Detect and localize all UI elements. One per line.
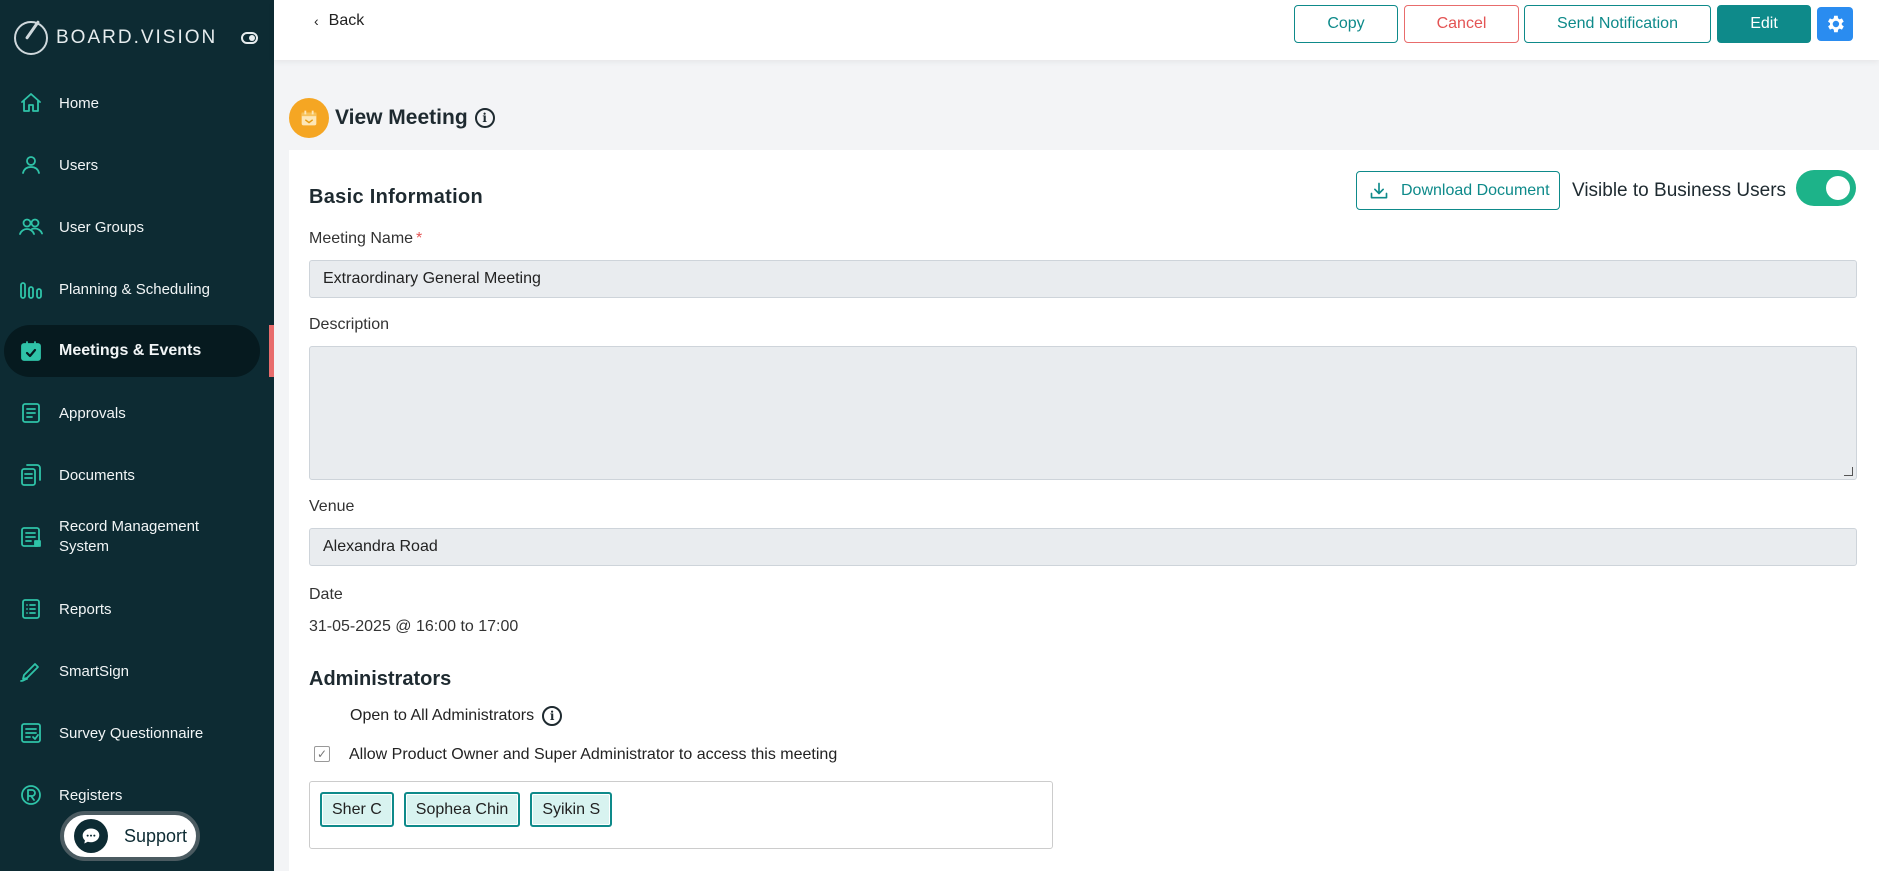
administrators-title: Administrators [309,668,452,690]
date-value: 31-05-2025 @ 16:00 to 17:00 [309,618,519,635]
send-notification-button[interactable]: Send Notification [1524,5,1711,43]
sidebar: BOARD.VISION Home Users User Groups Plan… [0,0,274,871]
sidebar-item-user-groups[interactable]: User Groups [4,201,260,253]
info-icon[interactable]: i [474,108,495,128]
date-label: Date [309,586,343,603]
sidebar-collapse-toggle-icon[interactable] [241,32,258,44]
meeting-name-label-text: Meeting Name [309,230,414,247]
description-field[interactable] [309,346,1857,480]
calendar-check-icon [18,338,44,364]
active-indicator [269,325,274,377]
settings-button[interactable] [1817,7,1853,41]
survey-icon [18,720,44,746]
page-heading: View Meeting i [289,98,495,138]
download-document-button[interactable]: Download Document [1356,171,1560,210]
calendar-icon [289,98,329,138]
sidebar-item-label: Meetings & Events [59,342,202,359]
sidebar-item-records[interactable]: Record Management System [4,511,260,563]
sidebar-item-planning[interactable]: Planning & Scheduling [4,263,260,315]
allow-access-option: Allow Product Owner and Super Administra… [349,746,837,764]
sidebar-item-label: Approvals [59,404,126,422]
logo-text: BOARD.VISION [56,27,218,48]
administrator-chip[interactable]: Sophea Chin [403,792,521,827]
visible-toggle[interactable] [1796,170,1856,206]
sidebar-item-survey[interactable]: Survey Questionnaire [4,707,260,759]
record-icon [18,524,44,550]
download-icon [1369,181,1389,201]
document-list-icon [18,400,44,426]
description-label: Description [309,316,390,333]
sidebar-item-label: Registers [59,786,123,804]
report-icon [18,596,44,622]
visible-label: Visible to Business Users [1572,180,1787,201]
support-label: Support [124,825,188,846]
sidebar-item-home[interactable]: Home [4,77,260,129]
registered-icon [18,782,44,808]
bars-icon [18,276,44,302]
meeting-name-field[interactable]: Extraordinary General Meeting [309,260,1857,298]
back-label: Back [328,12,365,29]
sidebar-item-reports[interactable]: Reports [4,583,260,635]
venue-field[interactable]: Alexandra Road [309,528,1857,566]
users-icon [18,214,44,240]
logo: BOARD.VISION [14,20,217,56]
section-title: Basic Information [309,186,484,208]
home-icon [18,90,44,116]
open-to-all-label: Open to All Administrators [350,707,535,724]
sidebar-item-meetings[interactable]: Meetings & Events [4,325,260,377]
user-icon [18,152,44,178]
sidebar-item-label: User Groups [59,218,145,236]
sidebar-item-documents[interactable]: Documents [4,449,260,501]
edit-button[interactable]: Edit [1717,5,1811,43]
sidebar-item-label: Users [59,156,99,174]
venue-label: Venue [309,498,355,515]
administrators-field[interactable]: Sher C Sophea Chin Syikin S [309,781,1053,849]
sidebar-item-label: Reports [59,600,112,618]
sidebar-item-approvals[interactable]: Approvals [4,387,260,439]
administrator-chip[interactable]: Sher C [320,792,394,827]
documents-icon [18,462,44,488]
sidebar-item-users[interactable]: Users [4,139,260,191]
back-link[interactable]: ‹ Back [314,12,364,30]
pen-icon [18,658,44,684]
chevron-left-icon: ‹ [314,13,319,29]
info-icon[interactable]: i [542,706,563,726]
page-title: View Meeting [335,106,468,129]
open-to-all-option[interactable]: Open to All Administrators i [350,706,563,726]
cancel-button[interactable]: Cancel [1404,5,1519,43]
chat-icon [74,819,108,853]
sidebar-item-label: Survey Questionnaire [59,724,204,742]
sidebar-item-label: Documents [59,466,135,484]
gear-icon [1824,13,1846,35]
required-marker: * [416,230,423,247]
copy-button[interactable]: Copy [1294,5,1398,43]
sidebar-item-smartsign[interactable]: SmartSign [4,645,260,697]
meeting-name-label: Meeting Name * [309,230,422,248]
download-label: Download Document [1401,181,1550,199]
sidebar-item-label: Planning & Scheduling [59,280,210,298]
sidebar-item-label: Home [59,94,100,112]
support-button[interactable]: Support [60,811,200,861]
meeting-form: Basic Information Download Document Visi… [289,150,1879,871]
allow-access-label: Allow Product Owner and Super Administra… [349,746,838,763]
sidebar-item-label: Record Management System [59,518,200,555]
allow-access-checkbox[interactable]: ✓ [314,746,330,762]
sidebar-item-label: SmartSign [59,662,130,680]
top-bar: ‹ Back Copy Cancel Send Notification Edi… [274,0,1879,60]
administrator-chip[interactable]: Syikin S [530,792,613,827]
logo-icon [14,21,48,55]
